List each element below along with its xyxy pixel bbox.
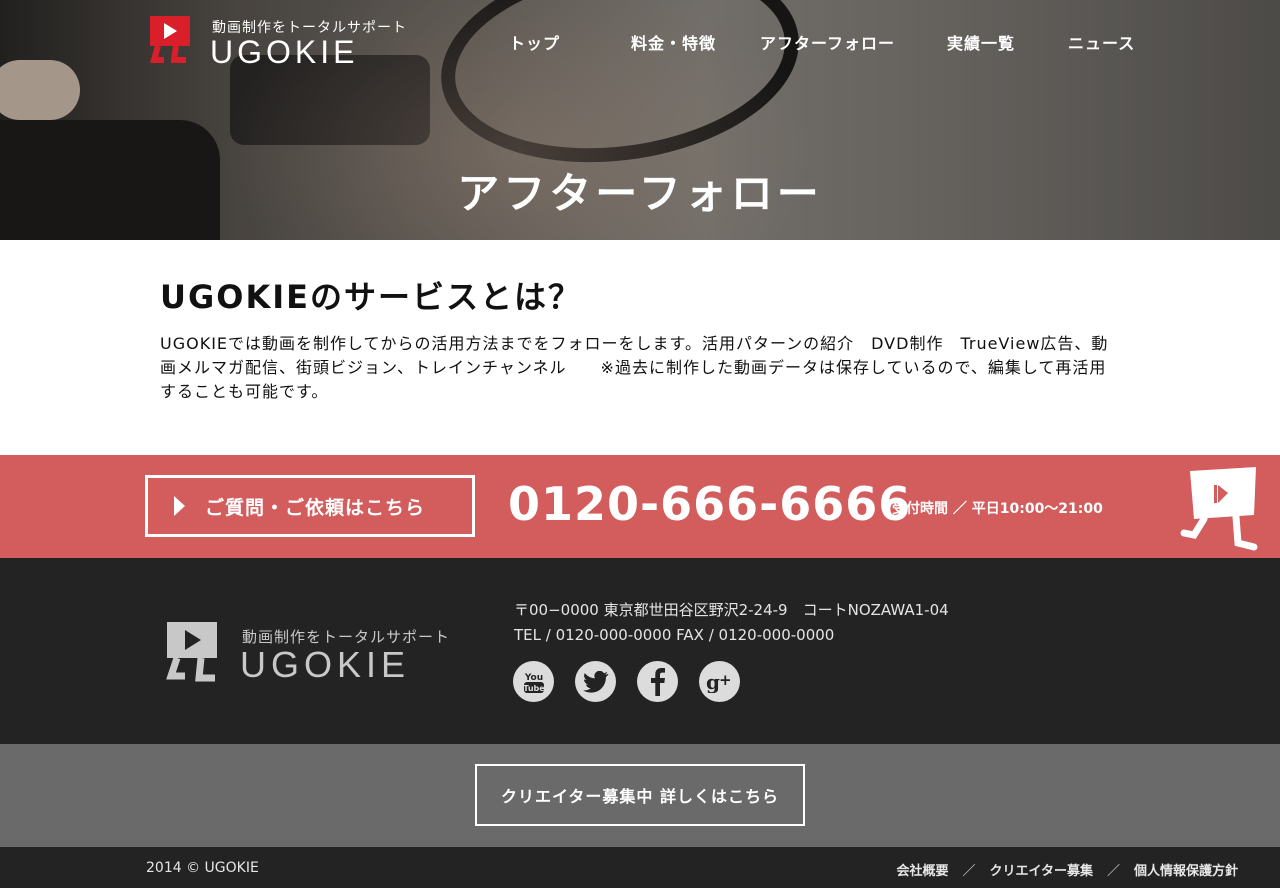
service-heading: UGOKIEのサービスとは？ — [160, 278, 583, 316]
svg-text:g: g — [706, 671, 720, 693]
hero-banner: 動画制作をトータルサポート UGOKIE トップ 料金・特徴 アフターフォロー … — [0, 0, 1280, 240]
phone-number[interactable]: 0120-666-6666 — [508, 477, 911, 531]
twitter-icon[interactable] — [575, 661, 616, 702]
company-address-block: 〒00−0000 東京都世田谷区野沢2-24-9 コートNOZAWA1-04 T… — [514, 598, 949, 648]
footer-link-privacy[interactable]: 個人情報保護方針 — [1134, 864, 1238, 879]
nav-news[interactable]: ニュース — [1068, 30, 1135, 54]
mascot-icon — [1180, 467, 1258, 551]
play-arrow-icon — [174, 496, 185, 516]
recruit-button[interactable]: クリエイター募集中 詳しくはこちら — [475, 764, 805, 826]
company-address: 〒00−0000 東京都世田谷区野沢2-24-9 コートNOZAWA1-04 — [514, 601, 949, 619]
inquiry-button-label: ご質問・ご依頼はこちら — [205, 496, 426, 519]
social-links: You Tube g + — [513, 661, 740, 703]
contact-band: ご質問・ご依頼はこちら 0120-666-6666 受付時間 ／ 平日10:00… — [0, 455, 1280, 558]
svg-text:You: You — [523, 673, 542, 683]
bottom-bar: 2014 © UGOKIE 会社概要 ／ クリエイター募集 ／ 個人情報保護方針 — [0, 847, 1280, 888]
nav-top[interactable]: トップ — [509, 30, 560, 54]
reception-hours: 受付時間 ／ 平日10:00〜21:00 — [892, 501, 1103, 517]
nav-after-follow[interactable]: アフターフォロー — [760, 30, 895, 54]
page-title: アフターフォロー — [457, 169, 823, 219]
youtube-icon[interactable]: You Tube — [513, 661, 554, 702]
svg-text:+: + — [719, 671, 732, 689]
recruit-band: クリエイター募集中 詳しくはこちら — [0, 744, 1280, 847]
footer-link-recruit[interactable]: クリエイター募集 — [989, 864, 1092, 879]
footer-link-company[interactable]: 会社概要 — [896, 864, 948, 879]
main-nav: トップ 料金・特徴 アフターフォロー 実績一覧 ニュース — [0, 30, 1280, 54]
footer-logo[interactable]: 動画制作をトータルサポート UGOKIE — [165, 620, 465, 685]
svg-text:Tube: Tube — [523, 684, 545, 693]
service-description: UGOKIEでは動画を制作してからの活用方法までをフォローをします。活用パターン… — [160, 334, 1109, 401]
footer-logo-name: UGOKIE — [240, 644, 411, 685]
nav-works[interactable]: 実績一覧 — [947, 30, 1015, 54]
service-section: UGOKIEのサービスとは？ UGOKIEでは動画を制作してからの活用方法までを… — [160, 272, 1120, 404]
footer-link-separator: ／ — [962, 864, 976, 879]
footer-logo-mark-icon — [166, 622, 217, 682]
inquiry-button[interactable]: ご質問・ご依頼はこちら — [145, 475, 475, 537]
nav-pricing[interactable]: 料金・特徴 — [631, 30, 716, 54]
copyright: 2014 © UGOKIE — [146, 860, 259, 876]
google-plus-icon[interactable]: g + — [699, 661, 740, 702]
company-tel-fax: TEL / 0120-000-0000 FAX / 0120-000-0000 — [514, 626, 835, 644]
footer-link-separator: ／ — [1106, 864, 1120, 879]
facebook-icon[interactable] — [637, 661, 678, 702]
footer-links: 会社概要 ／ クリエイター募集 ／ 個人情報保護方針 — [896, 860, 1238, 879]
